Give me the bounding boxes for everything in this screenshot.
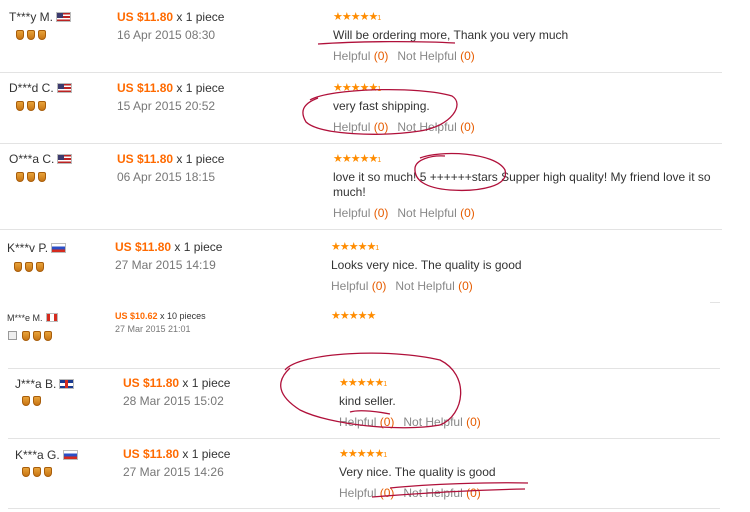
canada-flag-icon — [45, 313, 58, 322]
not-helpful-button[interactable]: Not Helpful (0) — [397, 206, 474, 220]
star-rating: ★★★★★1 — [333, 82, 382, 94]
not-helpful-button[interactable]: Not Helpful (0) — [397, 120, 474, 134]
medal-icon — [36, 262, 44, 272]
star-rating: ★★★★★1 — [339, 377, 388, 389]
separator — [0, 143, 722, 144]
helpful-row: Helpful (0) Not Helpful (0) — [333, 49, 475, 63]
buyer-level-medals — [22, 467, 52, 477]
buyer-name[interactable]: K***a G. — [15, 448, 78, 462]
medal-icon — [16, 101, 24, 111]
medal-icon — [33, 467, 41, 477]
uk-flag-icon — [59, 379, 75, 389]
buyer-level-medals — [16, 172, 46, 182]
star-rating: ★★★★★1 — [339, 448, 388, 460]
us-flag-icon — [57, 154, 73, 164]
star-rating: ★★★★★1 — [333, 11, 382, 23]
helpful-button[interactable]: Helpful (0) — [333, 120, 388, 134]
star-rating: ★★★★★1 — [331, 241, 380, 253]
buyer-level-medals — [22, 396, 41, 406]
medal-icon — [44, 331, 52, 341]
buyer-name[interactable]: T***y M. — [9, 10, 72, 24]
order-price: US $11.80 x 1 piece — [117, 152, 225, 166]
separator — [8, 438, 720, 439]
review-text: Very nice. The quality is good — [339, 465, 496, 479]
order-price: US $11.80 x 1 piece — [123, 376, 231, 390]
helpful-button[interactable]: Helpful (0) — [333, 206, 388, 220]
order-price: US $11.80 x 1 piece — [117, 81, 225, 95]
star-rating: ★★★★★ — [331, 310, 376, 322]
buyer-level-medals — [22, 331, 52, 341]
russia-flag-icon — [62, 450, 78, 460]
helpful-row: Helpful (0) Not Helpful (0) — [339, 415, 481, 429]
medal-icon — [16, 172, 24, 182]
buyer-name[interactable]: M***e M. — [7, 313, 58, 323]
buyer-level-medals — [16, 101, 46, 111]
medal-icon — [27, 101, 35, 111]
buyer-level-medals — [16, 30, 46, 40]
order-price: US $11.80 x 1 piece — [123, 447, 231, 461]
medal-icon — [14, 262, 22, 272]
review-text: love it so much! 5 ++++++stars Supper hi… — [333, 170, 711, 199]
buyer-name[interactable]: O***a C. — [9, 152, 73, 166]
review-date: 27 Mar 2015 14:19 — [115, 258, 216, 272]
separator — [710, 302, 720, 303]
pen-underline — [349, 410, 391, 415]
review-date: 06 Apr 2015 18:15 — [117, 170, 216, 184]
star-rating: ★★★★★1 — [333, 153, 382, 165]
helpful-row: Helpful (0) Not Helpful (0) — [333, 120, 475, 134]
medal-icon — [33, 331, 41, 341]
review-date: 28 Mar 2015 15:02 — [123, 394, 224, 408]
medal-icon — [38, 101, 46, 111]
separator — [0, 72, 722, 73]
buyer-name[interactable]: J***a B. — [15, 377, 75, 391]
helpful-button[interactable]: Helpful (0) — [331, 279, 386, 293]
medal-icon — [38, 30, 46, 40]
review-date: 27 Mar 2015 21:01 — [115, 324, 191, 334]
order-price: US $11.80 x 1 piece — [117, 10, 225, 24]
helpful-button[interactable]: Helpful (0) — [339, 486, 394, 500]
thumbnail-icon[interactable] — [8, 331, 17, 340]
medal-icon — [22, 331, 30, 341]
helpful-button[interactable]: Helpful (0) — [339, 415, 394, 429]
medal-icon — [25, 262, 33, 272]
buyer-level-medals — [14, 262, 44, 272]
review-text: very fast shipping. — [333, 99, 430, 113]
russia-flag-icon — [51, 243, 67, 253]
medal-icon — [27, 172, 35, 182]
helpful-row: Helpful (0) Not Helpful (0) — [333, 206, 475, 220]
us-flag-icon — [56, 12, 72, 22]
helpful-button[interactable]: Helpful (0) — [333, 49, 388, 63]
medal-icon — [44, 467, 52, 477]
medal-icon — [22, 396, 30, 406]
helpful-row: Helpful (0) Not Helpful (0) — [331, 279, 473, 293]
not-helpful-button[interactable]: Not Helpful (0) — [397, 49, 474, 63]
medal-icon — [38, 172, 46, 182]
not-helpful-button[interactable]: Not Helpful (0) — [395, 279, 472, 293]
medal-icon — [16, 30, 24, 40]
separator — [0, 229, 722, 230]
review-text: Will be ordering more, Thank you very mu… — [333, 28, 569, 42]
helpful-row: Helpful (0) Not Helpful (0) — [339, 486, 481, 500]
order-price: US $11.80 x 1 piece — [115, 240, 223, 254]
separator — [8, 368, 720, 369]
review-text: kind seller. — [339, 394, 396, 408]
medal-icon — [33, 396, 41, 406]
not-helpful-button[interactable]: Not Helpful (0) — [403, 415, 480, 429]
review-date: 16 Apr 2015 08:30 — [117, 28, 216, 42]
separator — [8, 508, 720, 509]
pen-annotations — [280, 40, 529, 498]
review-date: 27 Mar 2015 14:26 — [123, 465, 224, 479]
buyer-name[interactable]: K***v P. — [7, 241, 67, 255]
us-flag-icon — [56, 83, 72, 93]
medal-icon — [27, 30, 35, 40]
order-price: US $10.62 x 10 pieces — [115, 311, 206, 321]
review-text: Looks very nice. The quality is good — [331, 258, 522, 272]
review-date: 15 Apr 2015 20:52 — [117, 99, 216, 113]
medal-icon — [22, 467, 30, 477]
buyer-name[interactable]: D***d C. — [9, 81, 72, 95]
not-helpful-button[interactable]: Not Helpful (0) — [403, 486, 480, 500]
